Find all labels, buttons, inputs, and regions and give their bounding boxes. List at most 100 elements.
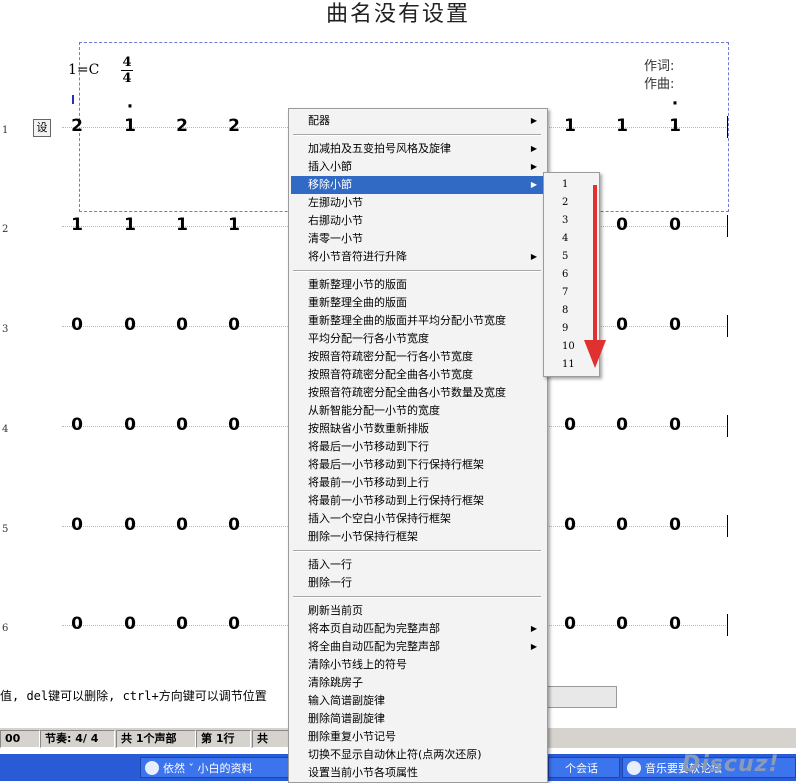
- menu-item[interactable]: 插入一行: [291, 556, 545, 574]
- menu-item[interactable]: 将最后一小节移动到下行: [291, 438, 545, 456]
- submenu-item[interactable]: 9: [562, 323, 568, 334]
- note[interactable]: 0: [665, 215, 685, 235]
- note[interactable]: 0: [665, 315, 685, 335]
- submenu-arrow-icon: ▶: [530, 642, 537, 651]
- note[interactable]: 1: [120, 215, 140, 235]
- note[interactable]: 1: [224, 215, 244, 235]
- menu-item[interactable]: 将全曲自动匹配为完整声部 ▶: [291, 638, 545, 656]
- note[interactable]: 0: [560, 515, 580, 535]
- menu-item[interactable]: 删除重复小节记号: [291, 728, 545, 746]
- submenu-item[interactable]: 4: [562, 233, 568, 244]
- note[interactable]: 0: [560, 614, 580, 634]
- note[interactable]: 1: [612, 116, 632, 136]
- submenu-item[interactable]: 1: [562, 179, 568, 190]
- note[interactable]: 1: [120, 116, 140, 136]
- menu-item-label: 输入简谱副旋律: [308, 694, 385, 707]
- menu-item-label: 将最前一小节移动到上行: [308, 476, 429, 489]
- submenu-item[interactable]: 2: [562, 197, 568, 208]
- row-number: 1: [2, 125, 9, 136]
- note[interactable]: 0: [172, 515, 192, 535]
- note[interactable]: 0: [612, 515, 632, 535]
- menu-item[interactable]: 平均分配一行各小节宽度: [291, 330, 545, 348]
- note[interactable]: 2: [172, 116, 192, 136]
- menu-item[interactable]: 将最前一小节移动到上行保持行框架: [291, 492, 545, 510]
- menu-item[interactable]: 删除一行: [291, 574, 545, 592]
- menu-item[interactable]: 按照音符疏密分配全曲各小节数量及宽度: [291, 384, 545, 402]
- note[interactable]: 1: [67, 215, 87, 235]
- note[interactable]: 2: [67, 116, 87, 136]
- task-label: 依然 ˇ 小白的资料: [163, 762, 253, 775]
- note[interactable]: 1: [665, 116, 685, 136]
- menu-item[interactable]: 设置当前小节各项属性: [291, 764, 545, 782]
- menu-item[interactable]: 插入一个空白小节保持行框架: [291, 510, 545, 528]
- row-number: 4: [2, 424, 9, 435]
- menu-item-label: 按照音符疏密分配一行各小节宽度: [308, 350, 473, 363]
- note[interactable]: 0: [224, 315, 244, 335]
- set-button[interactable]: 设: [33, 119, 51, 137]
- note[interactable]: 2: [224, 116, 244, 136]
- note[interactable]: 0: [120, 315, 140, 335]
- menu-item[interactable]: 配器 ▶: [291, 112, 545, 130]
- menu-item[interactable]: 刷新当前页: [291, 602, 545, 620]
- menu-item[interactable]: 左挪动小节: [291, 194, 545, 212]
- menu-item[interactable]: 切换不显示自动休止符(点两次还原): [291, 746, 545, 764]
- menu-item[interactable]: 清除小节线上的符号: [291, 656, 545, 674]
- menu-item[interactable]: 删除简谱副旋律: [291, 710, 545, 728]
- note[interactable]: 0: [120, 415, 140, 435]
- note[interactable]: 0: [172, 614, 192, 634]
- menu-item[interactable]: 将本页自动匹配为完整声部 ▶: [291, 620, 545, 638]
- submenu-arrow-icon: ▶: [530, 162, 537, 171]
- menu-item[interactable]: 重新整理全曲的版面并平均分配小节宽度: [291, 312, 545, 330]
- bar-line: [727, 116, 728, 138]
- note[interactable]: 0: [120, 515, 140, 535]
- menu-item[interactable]: 删除一小节保持行框架: [291, 528, 545, 546]
- submenu-item[interactable]: 3: [562, 215, 568, 226]
- menu-item[interactable]: 按照缺省小节数重新排版: [291, 420, 545, 438]
- note[interactable]: 0: [224, 515, 244, 535]
- task-profile[interactable]: 依然 ˇ 小白的资料: [140, 757, 290, 778]
- menu-item[interactable]: 右挪动小节: [291, 212, 545, 230]
- note[interactable]: 0: [560, 415, 580, 435]
- menu-item-label: 按照缺省小节数重新排版: [308, 422, 429, 435]
- note[interactable]: 0: [224, 415, 244, 435]
- note[interactable]: 1: [172, 215, 192, 235]
- menu-item[interactable]: 从新智能分配一小节的宽度: [291, 402, 545, 420]
- menu-item[interactable]: 将最前一小节移动到上行: [291, 474, 545, 492]
- note[interactable]: 0: [612, 215, 632, 235]
- submenu-item[interactable]: 5: [562, 251, 568, 262]
- menu-item[interactable]: 清除跳房子: [291, 674, 545, 692]
- note[interactable]: 0: [612, 315, 632, 335]
- note[interactable]: 0: [67, 415, 87, 435]
- note[interactable]: 0: [612, 415, 632, 435]
- note[interactable]: 0: [665, 415, 685, 435]
- submenu-item[interactable]: 8: [562, 305, 568, 316]
- note[interactable]: 1: [560, 116, 580, 136]
- note[interactable]: 0: [665, 614, 685, 634]
- menu-item[interactable]: 加减拍及五变拍号风格及旋律 ▶: [291, 140, 545, 158]
- menu-item[interactable]: 按照音符疏密分配一行各小节宽度: [291, 348, 545, 366]
- note[interactable]: 0: [67, 614, 87, 634]
- menu-item[interactable]: 清零一小节: [291, 230, 545, 248]
- ts-top: 4: [122, 55, 132, 70]
- task-sessions[interactable]: 个会话: [548, 757, 620, 778]
- submenu-item[interactable]: 6: [562, 269, 568, 280]
- submenu-item[interactable]: 7: [562, 287, 568, 298]
- menu-item[interactable]: 将小节音符进行升降 ▶: [291, 248, 545, 266]
- menu-item[interactable]: 按照音符疏密分配全曲各小节宽度: [291, 366, 545, 384]
- note[interactable]: 0: [665, 515, 685, 535]
- menu-item[interactable]: 将最后一小节移动到下行保持行框架: [291, 456, 545, 474]
- note[interactable]: 0: [67, 515, 87, 535]
- menu-item[interactable]: 重新整理小节的版面: [291, 276, 545, 294]
- note[interactable]: 0: [224, 614, 244, 634]
- note[interactable]: 0: [612, 614, 632, 634]
- menu-item[interactable]: 移除小節 ▶: [291, 176, 545, 194]
- note[interactable]: 0: [172, 415, 192, 435]
- menu-item[interactable]: 重新整理全曲的版面: [291, 294, 545, 312]
- menu-item[interactable]: 插入小節 ▶: [291, 158, 545, 176]
- note[interactable]: 0: [120, 614, 140, 634]
- menu-item[interactable]: 输入简谱副旋律: [291, 692, 545, 710]
- menu-item-label: 删除重复小节记号: [308, 730, 396, 743]
- row-number: 2: [2, 224, 9, 235]
- note[interactable]: 0: [67, 315, 87, 335]
- note[interactable]: 0: [172, 315, 192, 335]
